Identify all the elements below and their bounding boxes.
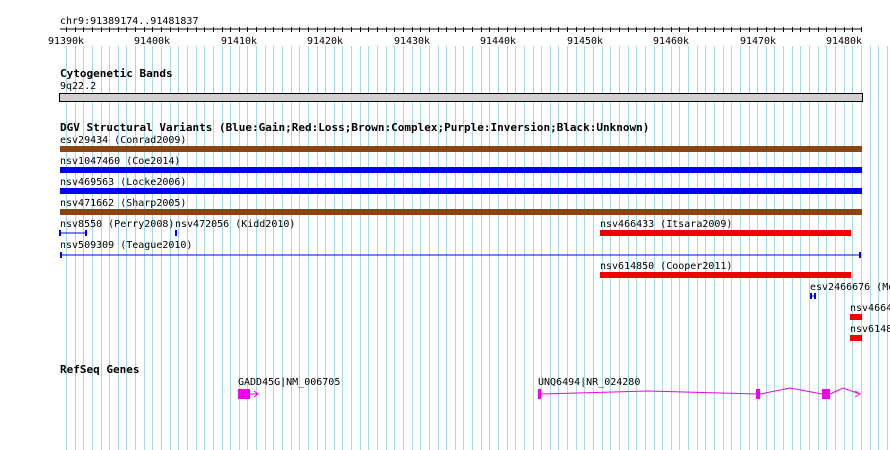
variant-bar-nsv509309[interactable]	[0, 251, 890, 259]
variant-label: nsv6148	[850, 324, 890, 335]
ruler-tick-label: 91450k	[566, 36, 604, 47]
variant-bar-nsv4664[interactable]	[850, 314, 862, 320]
variant-label: esv2466676 (Mo	[810, 282, 890, 293]
ruler-tick-label: 91390k	[47, 36, 85, 47]
variant-label: nsv614850 (Cooper2011)	[600, 261, 733, 272]
variant-bar-nsv469563[interactable]	[60, 188, 862, 194]
refseq-track-title[interactable]: RefSeq Genes	[60, 364, 139, 376]
variant-bar-esv2466676[interactable]	[808, 292, 818, 300]
ruler-tick-label: 91470k	[739, 36, 777, 47]
variant-label: nsv509309 (Teague2010)	[60, 240, 193, 251]
dgv-track-title[interactable]: DGV Structural Variants (Blue:Gain;Red:L…	[60, 122, 649, 134]
cytoband-track-title[interactable]: Cytogenetic Bands	[60, 68, 173, 80]
variant-label: nsv4664	[850, 303, 890, 314]
variant-label: nsv471662 (Sharp2005)	[60, 198, 187, 209]
variant-bar-nsv1047460[interactable]	[60, 167, 862, 173]
variant-bar-nsv614850[interactable]	[600, 272, 851, 278]
ruler-tick-label: 91480k	[825, 36, 863, 47]
ruler-tick-label: 91420k	[306, 36, 344, 47]
variant-bar-esv29434[interactable]	[60, 146, 862, 152]
ruler-tick-label: 91400k	[133, 36, 171, 47]
variant-label: nsv469563 (Locke2006)	[60, 177, 187, 188]
variant-bar-nsv472056[interactable]	[175, 230, 177, 236]
variant-bar-nsv471662[interactable]	[60, 209, 862, 215]
cytoband-label: 9q22.2	[60, 81, 97, 92]
ruler-tick-label: 91410k	[220, 36, 258, 47]
cytoband-bar[interactable]	[59, 93, 863, 102]
genome-browser-panel: chr9:91389174..91481837 91390k 91400k 91…	[0, 0, 890, 450]
ruler-tick-label: 91430k	[393, 36, 431, 47]
variant-bar-nsv6148[interactable]	[850, 335, 862, 341]
variant-label: nsv1047460 (Coe2014)	[60, 156, 181, 167]
variant-label: esv29434 (Conrad2009)	[60, 135, 187, 146]
variant-bar-nsv466433[interactable]	[600, 230, 851, 236]
ruler-tick-label: 91440k	[479, 36, 517, 47]
gene-model-unq6494[interactable]	[0, 384, 890, 404]
ruler-tick-label: 91460k	[652, 36, 690, 47]
